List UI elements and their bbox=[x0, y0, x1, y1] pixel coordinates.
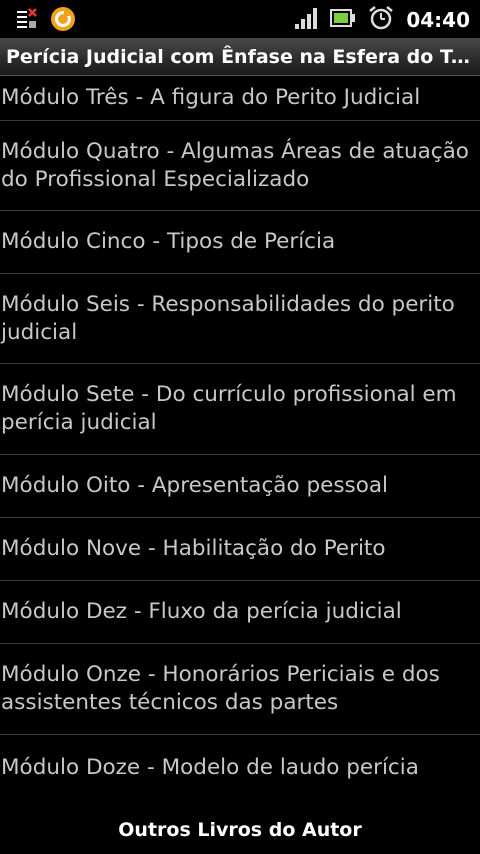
list-item-label: Módulo Sete - Do currículo profissional … bbox=[1, 382, 457, 435]
list-item[interactable]: Módulo Seis - Responsabilidades do perit… bbox=[0, 274, 480, 364]
list-item[interactable]: Módulo Sete - Do currículo profissional … bbox=[0, 364, 480, 455]
list-item-label: Módulo Oito - Apresentação pessoal bbox=[1, 473, 389, 498]
list-item-label: Módulo Nove - Habilitação do Perito bbox=[1, 536, 386, 561]
alarm-icon bbox=[368, 5, 394, 35]
other-books-label: Outros Livros do Autor bbox=[118, 819, 362, 841]
list-item-label: Módulo Dez - Fluxo da perícia judicial bbox=[1, 599, 402, 624]
list-item[interactable]: Módulo Cinco - Tipos de Perícia bbox=[0, 211, 480, 274]
clock: 04:40 bbox=[406, 8, 470, 32]
list-item[interactable]: Módulo Nove - Habilitação do Perito bbox=[0, 518, 480, 581]
status-bar: 04:40 bbox=[0, 0, 480, 38]
app-icon[interactable] bbox=[50, 6, 76, 36]
title-bar: Perícia Judicial com Ênfase na Esfera do… bbox=[0, 38, 480, 76]
list-item-label: Módulo Três - A figura do Perito Judicia… bbox=[1, 85, 421, 110]
page-title: Perícia Judicial com Ênfase na Esfera do… bbox=[6, 46, 472, 68]
list-item-label: Módulo Doze - Modelo de laudo perícia bbox=[1, 755, 419, 780]
list-item[interactable]: Módulo Três - A figura do Perito Judicia… bbox=[0, 76, 480, 121]
list-item[interactable]: Módulo Onze - Honorários Periciais e dos… bbox=[0, 644, 480, 735]
list-item-label: Módulo Cinco - Tipos de Perícia bbox=[1, 229, 336, 254]
list-item[interactable]: Módulo Oito - Apresentação pessoal bbox=[0, 455, 480, 518]
list-item[interactable]: Módulo Quatro - Algumas Áreas de atuação… bbox=[0, 121, 480, 211]
list-item-label: Módulo Quatro - Algumas Áreas de atuação… bbox=[1, 138, 469, 192]
module-list[interactable]: Módulo Três - A figura do Perito Judicia… bbox=[0, 76, 480, 806]
list-item[interactable]: Módulo Doze - Modelo de laudo perícia bbox=[0, 735, 480, 806]
battery-icon bbox=[330, 7, 356, 33]
list-item[interactable]: Módulo Dez - Fluxo da perícia judicial bbox=[0, 581, 480, 644]
notification-icon[interactable] bbox=[16, 7, 38, 35]
signal-icon bbox=[294, 6, 318, 34]
list-item-label: Módulo Onze - Honorários Periciais e dos… bbox=[1, 662, 440, 715]
list-item-label: Módulo Seis - Responsabilidades do perit… bbox=[1, 291, 455, 345]
other-books-button[interactable]: Outros Livros do Autor bbox=[0, 806, 480, 854]
